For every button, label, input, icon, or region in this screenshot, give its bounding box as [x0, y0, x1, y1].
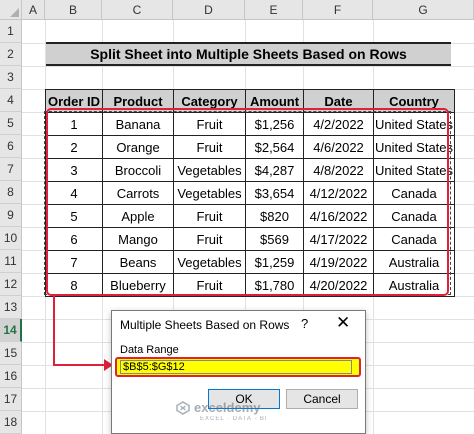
row-header[interactable]: 6	[0, 135, 22, 158]
row-header[interactable]: 11	[0, 250, 22, 273]
row-header[interactable]: 9	[0, 204, 22, 227]
column-header[interactable]: A	[22, 0, 45, 20]
column-header[interactable]: G	[373, 0, 474, 20]
row-header[interactable]: 8	[0, 181, 22, 204]
data-range-highlight	[115, 357, 361, 377]
watermark-tagline: EXCEL · DATA · BI	[200, 416, 268, 422]
select-all-corner[interactable]	[0, 0, 22, 20]
watermark-name: exceldemy	[194, 400, 261, 415]
exceldemy-logo-icon	[176, 400, 190, 415]
row-header[interactable]: 1	[0, 20, 22, 43]
row-header[interactable]: 16	[0, 365, 22, 388]
row-header[interactable]: 3	[0, 66, 22, 89]
column-header[interactable]: D	[173, 0, 245, 20]
row-header[interactable]: 18	[0, 411, 22, 434]
gridline	[22, 66, 474, 67]
row-header[interactable]: 13	[0, 296, 22, 319]
row-header[interactable]: 14	[0, 319, 22, 342]
column-header[interactable]: C	[102, 0, 173, 20]
column-header[interactable]: B	[45, 0, 102, 20]
row-header[interactable]: 5	[0, 112, 22, 135]
data-range-label: Data Range	[120, 344, 179, 356]
row-header[interactable]: 15	[0, 342, 22, 365]
column-header[interactable]: F	[303, 0, 373, 20]
row-header[interactable]: 10	[0, 227, 22, 250]
row-header[interactable]: 2	[0, 43, 22, 66]
dialog-title: Multiple Sheets Based on Rows	[120, 318, 290, 332]
row-header[interactable]: 17	[0, 388, 22, 411]
watermark-logo: exceldemy	[176, 400, 261, 415]
row-header[interactable]: 7	[0, 158, 22, 181]
spreadsheet: ABCDEFG 1 2 3 4 5 6 7 8 9 10 11 12 13 14 15 16 17 18 Spli…	[0, 0, 474, 434]
cancel-button[interactable]: Cancel	[286, 389, 358, 409]
sheet-title[interactable]: Split Sheet into Multiple Sheets Based o…	[46, 42, 451, 66]
close-icon[interactable]: ✕	[336, 313, 350, 333]
column-header[interactable]: E	[245, 0, 303, 20]
row-header[interactable]: 12	[0, 273, 22, 296]
row-header[interactable]: 4	[0, 89, 22, 112]
callout-line	[53, 364, 105, 366]
data-range-input[interactable]	[120, 360, 352, 374]
help-icon[interactable]: ?	[301, 316, 308, 331]
callout-line	[53, 296, 55, 366]
highlight-box	[46, 108, 449, 296]
